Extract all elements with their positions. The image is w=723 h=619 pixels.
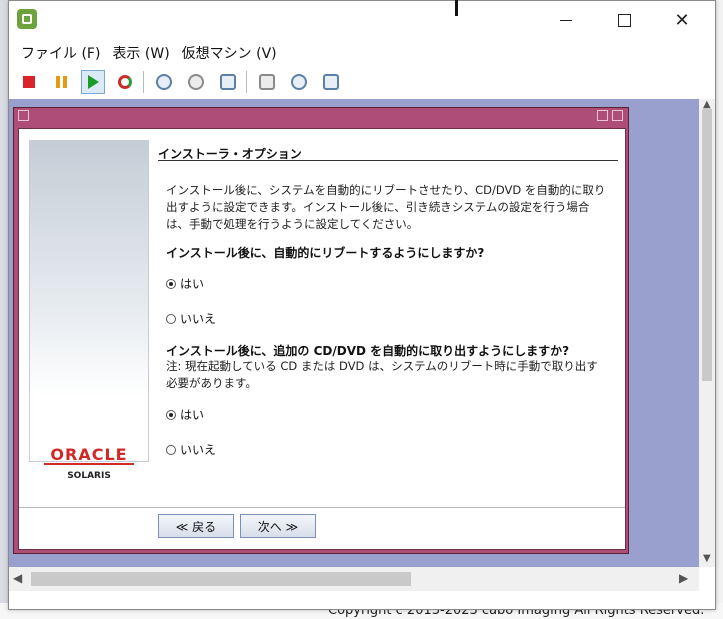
reboot-no-label: いいえ <box>180 312 217 326</box>
toolbar-separator <box>246 71 247 93</box>
stop-icon <box>23 76 35 88</box>
vertical-scroll-thumb[interactable] <box>702 109 712 381</box>
back-button[interactable]: ≪ 戻る <box>158 514 234 538</box>
eject-no-label: いいえ <box>180 443 217 457</box>
snapshot-restore-button[interactable] <box>184 70 208 94</box>
settings-button[interactable] <box>319 70 343 94</box>
play-button[interactable] <box>81 70 105 94</box>
usb-icon <box>259 74 275 90</box>
dialog-body: ORACLE SOLARIS インストーラ・オプション インストール後に、システ… <box>18 128 626 550</box>
menu-vm[interactable]: 仮想マシン (V) <box>182 43 277 63</box>
radio-unselected-icon <box>166 313 176 324</box>
menu-file[interactable]: ファイル (F) <box>21 43 100 63</box>
installer-dialog: ORACLE SOLARIS インストーラ・オプション インストール後に、システ… <box>13 107 629 554</box>
snapshot-restore-icon <box>188 74 204 90</box>
maximize-icon <box>617 13 631 27</box>
play-icon <box>87 75 99 89</box>
eject-no-radio[interactable]: いいえ <box>166 441 216 458</box>
reboot-question: インストール後に、自動的にリブートするようにしますか? <box>166 246 485 260</box>
snapshot-button[interactable] <box>152 70 176 94</box>
vmware-app-icon <box>17 9 37 29</box>
toolbar-separator <box>143 71 144 93</box>
stop-button[interactable] <box>17 70 41 94</box>
dialog-minimize-icon[interactable] <box>597 110 608 121</box>
radio-unselected-icon <box>166 444 176 455</box>
oracle-logo-rule <box>44 463 134 465</box>
eject-yes-label: はい <box>180 408 205 422</box>
reset-icon <box>118 75 132 89</box>
title-divider <box>158 160 618 161</box>
pause-icon <box>55 76 67 88</box>
minimize-icon <box>560 19 572 21</box>
dialog-maximize-icon[interactable] <box>612 110 623 121</box>
settings-icon <box>323 74 339 90</box>
snapshot-icon <box>156 74 172 90</box>
dialog-title-bar[interactable] <box>14 108 628 125</box>
tools-icon <box>291 74 307 90</box>
eject-yes-radio[interactable]: はい <box>166 406 204 423</box>
oracle-logo: ORACLE <box>50 445 128 464</box>
reboot-yes-label: はい <box>180 277 205 291</box>
eject-question: インストール後に、追加の CD/DVD を自動的に取り出すようにしますか? <box>166 344 570 358</box>
scroll-down-icon[interactable]: ▼ <box>703 553 711 564</box>
reboot-no-radio[interactable]: いいえ <box>166 310 216 327</box>
intro-text: インストール後に、システムを自動的にリブートさせたり、CD/DVD を自動的に取… <box>166 183 606 231</box>
snapshot-manager-icon <box>220 74 236 90</box>
toolbar <box>9 67 715 97</box>
dialog-menu-icon[interactable] <box>18 110 29 121</box>
next-button[interactable]: 次へ ≫ <box>240 514 316 538</box>
eject-note: 注: 現在起動している CD または DVD は、システムのリブート時に手動で取… <box>166 359 598 390</box>
horizontal-scroll-thumb[interactable] <box>31 572 411 586</box>
close-button[interactable]: ✕ <box>653 1 711 39</box>
maximize-button[interactable] <box>595 1 653 39</box>
menu-view[interactable]: 表示 (W) <box>112 43 169 63</box>
solaris-logo: SOLARIS <box>67 471 111 481</box>
pause-button[interactable] <box>49 70 73 94</box>
reboot-yes-radio[interactable]: はい <box>166 275 204 292</box>
minimize-button[interactable] <box>537 1 595 39</box>
radio-selected-icon <box>166 409 176 420</box>
snapshot-manager-button[interactable] <box>216 70 240 94</box>
reset-button[interactable] <box>113 70 137 94</box>
tools-button[interactable] <box>287 70 311 94</box>
footer-divider <box>19 507 625 508</box>
usb-button[interactable] <box>255 70 279 94</box>
vm-player-window: ✕ ファイル (F) 表示 (W) 仮想マシン (V) ORACLE SOLAR… <box>8 0 716 610</box>
scroll-right-icon[interactable]: ▶ <box>679 571 688 585</box>
vertical-scrollbar[interactable]: ▲ ▼ <box>699 99 715 567</box>
oracle-side-panel: ORACLE SOLARIS <box>29 140 149 481</box>
title-bar[interactable]: ✕ <box>9 1 715 39</box>
menu-bar: ファイル (F) 表示 (W) 仮想マシン (V) <box>9 41 715 65</box>
radio-selected-icon <box>166 278 176 289</box>
scroll-left-icon[interactable]: ◀ <box>13 571 22 585</box>
text-cursor-icon <box>455 0 458 16</box>
horizontal-scrollbar[interactable]: ◀ ▶ <box>9 567 699 591</box>
vm-console[interactable]: ORACLE SOLARIS インストーラ・オプション インストール後に、システ… <box>9 99 699 567</box>
